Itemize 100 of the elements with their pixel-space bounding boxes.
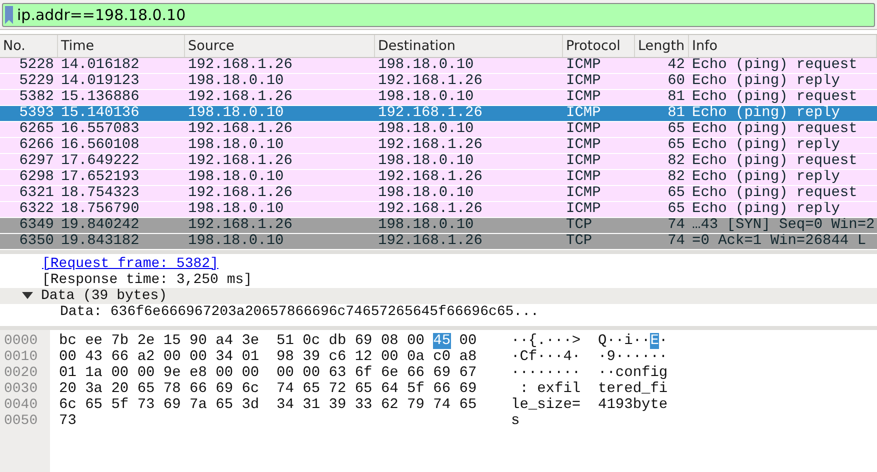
table-cell-text: 17.649222 <box>60 154 140 169</box>
ascii-text: ·Cf···4· ·9······ <box>511 349 669 365</box>
table-cell-text: 15.136886 <box>60 90 140 105</box>
table-cell-text: ICMP <box>565 170 602 185</box>
table-cell-text: 74 <box>666 234 686 249</box>
table-cell-text: 19.840242 <box>60 218 140 233</box>
table-cell-text: 198.18.0.10 <box>377 186 475 201</box>
table-cell-text: ICMP <box>565 122 602 137</box>
detail-text: Data: 636f6e666967203a20657866696c74657265645f66696c65... <box>60 304 539 320</box>
column-header[interactable]: Destination <box>375 35 563 57</box>
request-frame-link[interactable]: [Request frame: 5382] <box>42 256 218 272</box>
offset-label: 0030 <box>3 381 39 397</box>
collapse-triangle-icon[interactable] <box>22 292 33 300</box>
column-header[interactable]: Info <box>689 35 877 57</box>
table-cell-text: 198.18.0.10 <box>187 234 285 249</box>
table-cell-text: 192.168.1.26 <box>377 106 484 121</box>
table-cell-text: 5382 <box>18 90 55 105</box>
table-cell-text: 18.756790 <box>60 202 140 217</box>
table-cell-text: 198.18.0.10 <box>187 138 285 153</box>
table-cell-text: ICMP <box>565 58 602 73</box>
table-cell-text: 192.168.1.26 <box>187 58 294 73</box>
column-header[interactable]: Length <box>635 35 689 57</box>
offset-label: 0020 <box>3 365 39 381</box>
tree-node-row[interactable]: Data (39 bytes) <box>0 288 877 304</box>
hex-bytes: 6c 65 5f 73 69 7a 65 3d 34 31 39 33 62 79 74 65 <box>59 397 478 413</box>
table-cell-text: 6322 <box>18 202 55 217</box>
table-cell-text: TCP <box>565 218 594 233</box>
table-cell-text: 81 <box>666 90 686 105</box>
hex-bytes: 20 3a 20 65 78 66 69 6c 74 65 72 65 64 5f 66 69 <box>59 381 478 397</box>
table-cell-text: 192.168.1.26 <box>377 234 484 249</box>
table-cell-text: 60 <box>666 74 686 89</box>
table-cell-text: 192.168.1.26 <box>377 138 484 153</box>
hex-bytes: 01 1a 00 00 9e e8 00 00 00 00 63 6f 6e 66 69 67 <box>59 365 478 381</box>
table-cell-text: 5393 <box>18 106 55 121</box>
ascii-text: : exfil tered_fi <box>518 381 669 397</box>
offset-label: 0040 <box>3 397 39 413</box>
table-cell-text: 198.18.0.10 <box>187 202 285 217</box>
detail-text: [Response time: 3,250 ms] <box>42 272 252 288</box>
table-cell-text: 74 <box>666 218 686 233</box>
table-cell-text: 65 <box>666 186 686 201</box>
table-cell-text: 6350 <box>18 234 55 249</box>
table-cell-text: 65 <box>666 202 686 217</box>
hex-bytes: 00 43 66 a2 00 00 34 01 98 39 c6 12 00 0a c0 a8 <box>59 349 478 365</box>
table-cell-text: 6349 <box>18 218 55 233</box>
hex-bytes: 73 <box>59 413 78 429</box>
ascii-text: s <box>511 413 521 429</box>
table-cell-text: 192.168.1.26 <box>187 122 294 137</box>
table-cell-text: 198.18.0.10 <box>187 106 285 121</box>
table-cell-text: 14.016182 <box>60 58 140 73</box>
table-cell-text: 81 <box>666 106 686 121</box>
table-cell-text: 6266 <box>18 138 55 153</box>
table-cell-text: ICMP <box>565 186 602 201</box>
offset-label: 0050 <box>3 413 39 429</box>
ascii-text: le_size= 4193byte <box>511 397 669 413</box>
detail-text: Data (39 bytes) <box>41 288 168 304</box>
table-cell-text: 18.754323 <box>60 186 140 201</box>
table-cell-text: 14.019123 <box>60 74 140 89</box>
display-filter-field[interactable]: ip.addr==198.18.0.10 <box>2 2 875 26</box>
hex-bytes: bc ee 7b 2e 15 90 a4 3e 51 0c db 69 08 00 45 00 <box>59 333 478 349</box>
table-cell-text: 198.18.0.10 <box>377 154 475 169</box>
table-cell-text: 192.168.1.26 <box>187 186 294 201</box>
table-cell-text: ICMP <box>565 90 602 105</box>
table-cell-text: ICMP <box>565 154 602 169</box>
table-cell-text: 42 <box>666 58 686 73</box>
offset-label: 0000 <box>3 333 39 349</box>
table-cell-text: 16.557083 <box>60 122 140 137</box>
table-cell-text: 16.560108 <box>60 138 140 153</box>
column-header[interactable]: Time <box>58 35 185 57</box>
column-header[interactable]: Protocol <box>563 35 635 57</box>
table-cell-text: 198.18.0.10 <box>377 58 475 73</box>
column-header[interactable]: Source <box>185 35 375 57</box>
table-cell-text: ICMP <box>565 202 602 217</box>
table-cell-text: 5229 <box>18 74 55 89</box>
table-cell-text: 198.18.0.10 <box>187 170 285 185</box>
table-cell-text: 6321 <box>18 186 55 201</box>
bookmark-icon[interactable] <box>5 6 13 24</box>
table-cell-text: 6297 <box>18 154 55 169</box>
table-cell-text: 192.168.1.26 <box>377 202 484 217</box>
table-cell-text: 198.18.0.10 <box>377 122 475 137</box>
table-cell-text: 198.18.0.10 <box>187 74 285 89</box>
table-cell-text: 192.168.1.26 <box>187 90 294 105</box>
column-header[interactable]: No. <box>0 35 58 57</box>
table-cell-text: 65 <box>666 138 686 153</box>
table-cell-text: 192.168.1.26 <box>377 170 484 185</box>
table-cell-text: 65 <box>666 122 686 137</box>
table-cell-text: 198.18.0.10 <box>377 90 475 105</box>
table-cell-text: 5228 <box>18 58 55 73</box>
table-cell-text: TCP <box>565 234 594 249</box>
table-cell-text: 17.652193 <box>60 170 140 185</box>
table-cell-text: 6298 <box>18 170 55 185</box>
table-cell-text: 192.168.1.26 <box>377 74 484 89</box>
table-cell-text: 82 <box>666 154 686 169</box>
offset-label: 0010 <box>3 349 39 365</box>
table-cell-text: 192.168.1.26 <box>187 154 294 169</box>
ascii-text: ··{.···> Q··i··E· <box>511 333 669 349</box>
table-cell-text: ICMP <box>565 138 602 153</box>
table-cell-text: 6265 <box>18 122 55 137</box>
ascii-text: ········ ··config <box>511 365 669 381</box>
table-cell-text: ICMP <box>565 74 602 89</box>
table-cell-text: 19.843182 <box>60 234 140 249</box>
